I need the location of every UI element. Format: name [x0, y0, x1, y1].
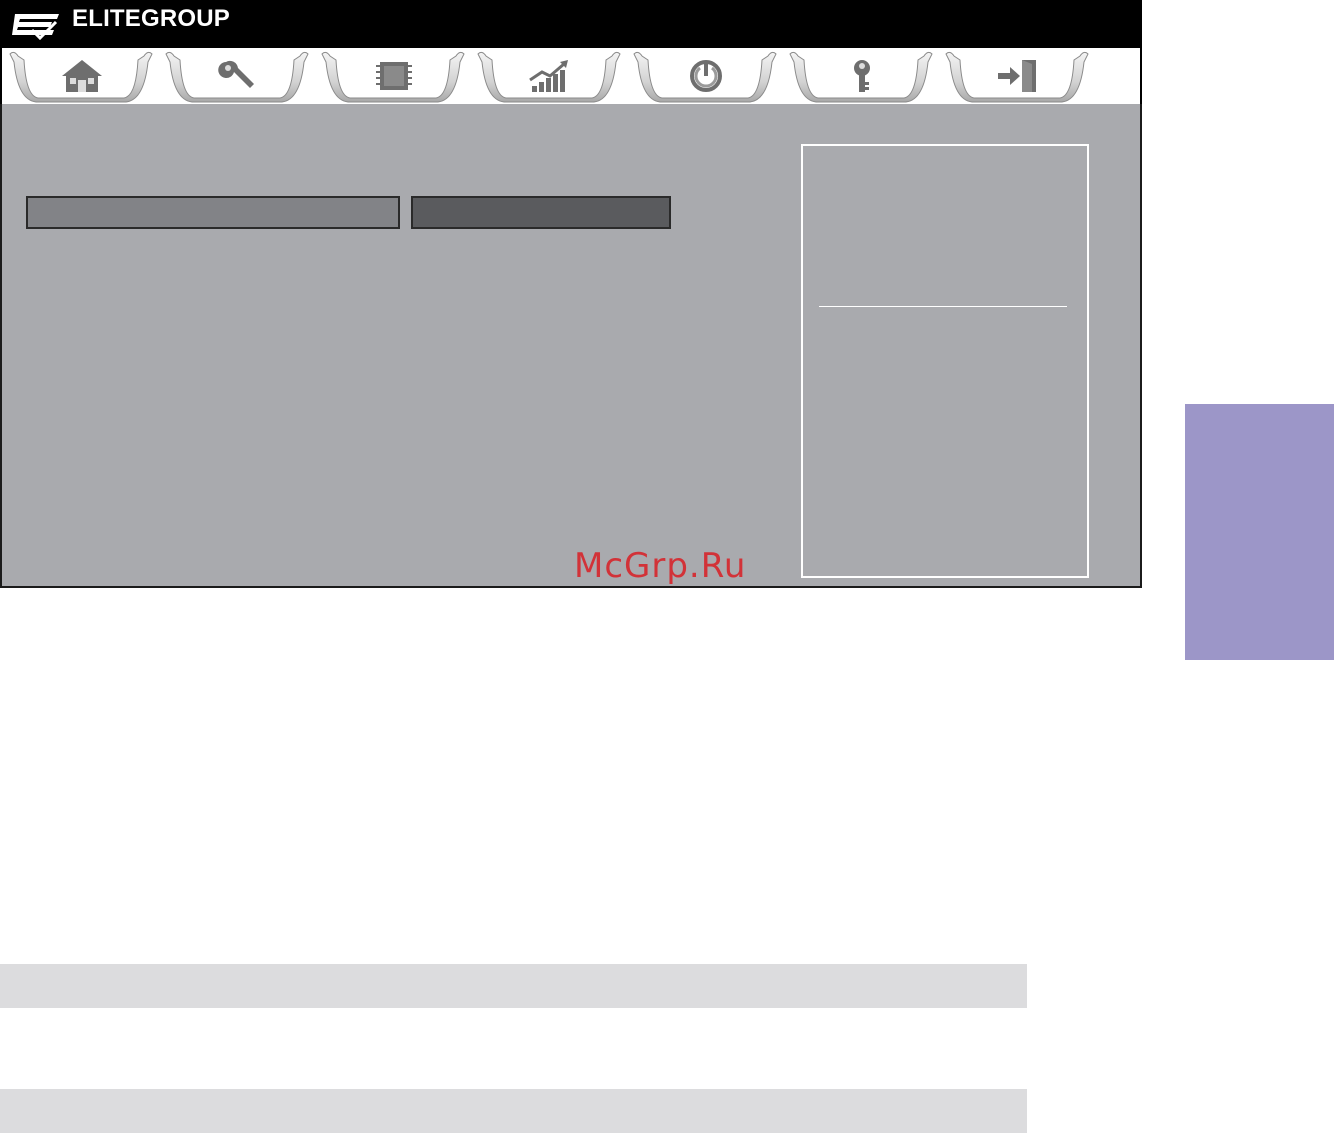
tab-main[interactable] — [8, 50, 154, 104]
table-row-bar — [0, 1089, 1027, 1133]
bios-manual-page: ELITEGROUP McGrp.Ru — [0, 0, 1334, 1133]
tab-security[interactable] — [788, 50, 934, 104]
performance-chart-icon — [529, 60, 568, 92]
tab-advanced[interactable] — [164, 50, 310, 104]
tab-performance[interactable] — [476, 50, 622, 104]
home-icon — [62, 60, 102, 92]
help-panel — [801, 144, 1089, 578]
setting-label[interactable] — [26, 196, 400, 229]
key-icon — [854, 60, 870, 92]
bios-tab-bar — [0, 48, 1142, 105]
setting-value[interactable] — [411, 196, 671, 229]
chapter-side-tab — [1185, 404, 1334, 660]
wrench-icon — [218, 60, 254, 88]
chip-icon — [376, 62, 412, 90]
watermark: McGrp.Ru — [574, 546, 747, 586]
power-icon — [690, 60, 722, 92]
tab-chipset[interactable] — [320, 50, 466, 104]
help-divider — [819, 306, 1067, 307]
table-header-bar — [0, 964, 1027, 1008]
bios-main-panel — [0, 104, 1142, 588]
bios-header: ELITEGROUP — [0, 0, 1142, 48]
brand-name: ELITEGROUP — [72, 5, 231, 32]
tab-power[interactable] — [632, 50, 778, 104]
ecs-logo — [12, 14, 59, 40]
tab-exit[interactable] — [944, 50, 1090, 104]
exit-icon — [998, 60, 1036, 92]
